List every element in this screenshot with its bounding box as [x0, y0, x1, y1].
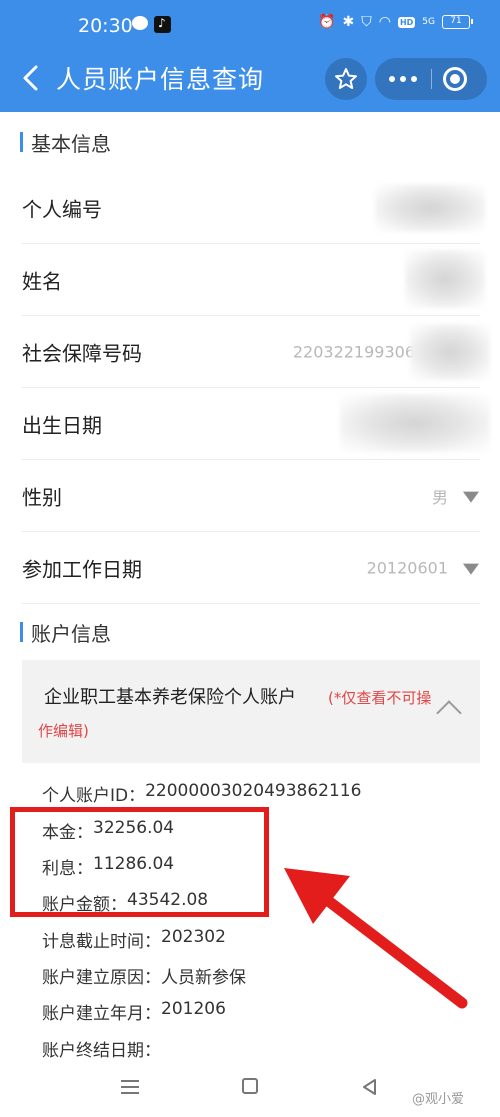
home-icon[interactable]	[242, 1078, 258, 1094]
more-dot	[411, 76, 417, 82]
status-indicators: ⏰ ✱ ⛉ ◠ HD 5G 71	[318, 14, 473, 30]
wifi-icon: ◠	[378, 14, 391, 30]
row-birth-date: 出生日期	[0, 388, 500, 460]
detail-label: 个人账户ID：	[42, 786, 146, 806]
row-name: 姓名	[0, 244, 500, 316]
detail-value: 201206	[161, 999, 226, 1019]
redaction-blur	[405, 250, 485, 308]
more-dots-icon	[389, 76, 395, 82]
capsule-divider	[431, 69, 432, 89]
account-card-header[interactable]: 企业职工基本养老保险个人账户 (*仅查看不可操 作编辑)	[22, 660, 480, 763]
status-app-icons	[132, 16, 171, 33]
status-time: 20:30	[78, 15, 133, 37]
caret-down-icon[interactable]	[463, 563, 479, 575]
detail-account-id: 个人账户ID： 22000003020493862116	[42, 781, 361, 806]
tiktok-icon	[154, 16, 171, 33]
redaction-blur	[375, 184, 485, 232]
detail-value: 人员新参保	[161, 968, 246, 988]
status-bar: 20:30 ⏰ ✱ ⛉ ◠ HD 5G 71	[0, 0, 500, 44]
hd-icon: HD	[397, 16, 416, 28]
row-label: 个人编号	[22, 197, 102, 222]
detail-label: 计息截止时间：	[42, 932, 161, 952]
detail-open-reason: 账户建立原因： 人员新参保	[42, 963, 246, 988]
shield-icon: ⛉	[361, 14, 372, 30]
close-miniapp-button[interactable]	[443, 67, 467, 91]
readonly-note: (*仅查看不可操	[328, 689, 432, 707]
bluetooth-icon: ✱	[342, 14, 355, 30]
detail-value: 202302	[161, 927, 226, 947]
row-divider	[22, 603, 480, 604]
more-button[interactable]	[375, 58, 431, 100]
detail-close-date: 账户终结日期：	[42, 1036, 161, 1061]
back-triangle-icon[interactable]	[361, 1078, 377, 1096]
wechat-icon	[132, 16, 148, 30]
detail-open-month: 账户建立年月： 201206	[42, 999, 226, 1024]
row-label: 参加工作日期	[22, 557, 142, 582]
battery-icon: 71	[442, 15, 473, 29]
alarm-icon: ⏰	[318, 14, 336, 30]
recent-apps-icon[interactable]	[121, 1080, 139, 1094]
row-gender[interactable]: 性别 男	[0, 460, 500, 532]
redaction-blur	[410, 324, 490, 380]
miniapp-capsule	[375, 58, 487, 100]
row-personal-id: 个人编号	[0, 172, 500, 244]
row-label: 性别	[22, 485, 62, 510]
star-icon	[335, 68, 357, 89]
watermark: @观小爱	[412, 1092, 465, 1107]
row-value: 220322199306	[292, 342, 415, 362]
caret-down-icon[interactable]	[463, 491, 479, 503]
row-work-start-date[interactable]: 参加工作日期 20120601	[0, 532, 500, 604]
section-title: 账户信息	[31, 621, 111, 646]
account-info-header: 账户信息	[20, 620, 111, 646]
section-accent-bar	[20, 622, 23, 642]
section-accent-bar	[20, 132, 23, 152]
row-label: 出生日期	[22, 413, 102, 438]
row-label: 姓名	[22, 269, 62, 294]
page-title: 人员账户信息查询	[56, 65, 265, 94]
basic-info-header: 基本信息	[20, 130, 111, 156]
row-social-security: 社会保障号码 220322199306	[0, 316, 500, 388]
detail-label: 账户终结日期：	[42, 1041, 161, 1061]
detail-label: 账户建立年月：	[42, 1004, 161, 1024]
readonly-note-continued: 作编辑)	[38, 722, 89, 740]
detail-value: 22000003020493862116	[145, 781, 362, 801]
gender-select-value[interactable]: 男	[432, 484, 448, 508]
account-name: 企业职工基本养老保险个人账户	[44, 687, 296, 708]
chevron-up-icon[interactable]	[436, 700, 462, 726]
redaction-blur	[340, 394, 490, 452]
detail-interest-cutoff: 计息截止时间： 202302	[42, 927, 226, 952]
nav-bar: 人员账户信息查询	[0, 44, 500, 112]
work-date-select-value[interactable]: 20120601	[367, 559, 448, 578]
signal-icon: 5G	[422, 17, 435, 27]
detail-label: 账户建立原因：	[42, 968, 161, 988]
system-nav-bar: @观小爱	[0, 1068, 500, 1117]
row-label: 社会保障号码	[22, 341, 142, 366]
favorite-button[interactable]	[325, 58, 367, 100]
back-icon[interactable]	[20, 64, 42, 92]
section-title: 基本信息	[31, 131, 111, 156]
highlight-box	[10, 807, 269, 917]
more-dot	[400, 76, 406, 82]
